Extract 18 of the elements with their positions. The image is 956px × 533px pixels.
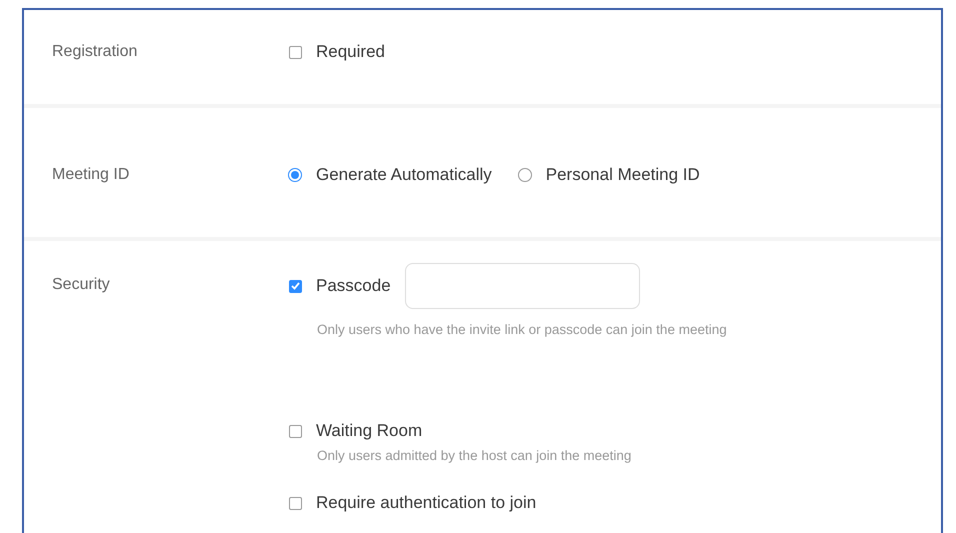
option-label[interactable]: Require authentication to join [316,491,536,515]
hint-text: Only users who have the invite link or passcode can join the meeting [317,321,727,339]
option-label[interactable]: Personal Meeting ID [546,163,700,187]
setting-label: Registration [51,42,138,62]
setting-label: Security [51,275,111,295]
hint-text: Only users admitted by the host can join the meeting [317,447,632,465]
radio-button[interactable] [288,168,302,182]
option-label[interactable]: Generate Automatically [316,163,492,187]
radio-button[interactable] [518,168,532,182]
option-label[interactable]: Required [316,40,385,64]
option-label[interactable]: Passcode [316,274,391,298]
checkbox[interactable] [289,46,302,58]
passcode-field[interactable] [404,263,640,309]
setting-label: Meeting ID [51,165,130,185]
checkbox[interactable] [289,496,302,510]
checkbox[interactable] [289,280,302,292]
option-label[interactable]: Waiting Room [316,419,422,443]
checkbox[interactable] [289,424,302,438]
